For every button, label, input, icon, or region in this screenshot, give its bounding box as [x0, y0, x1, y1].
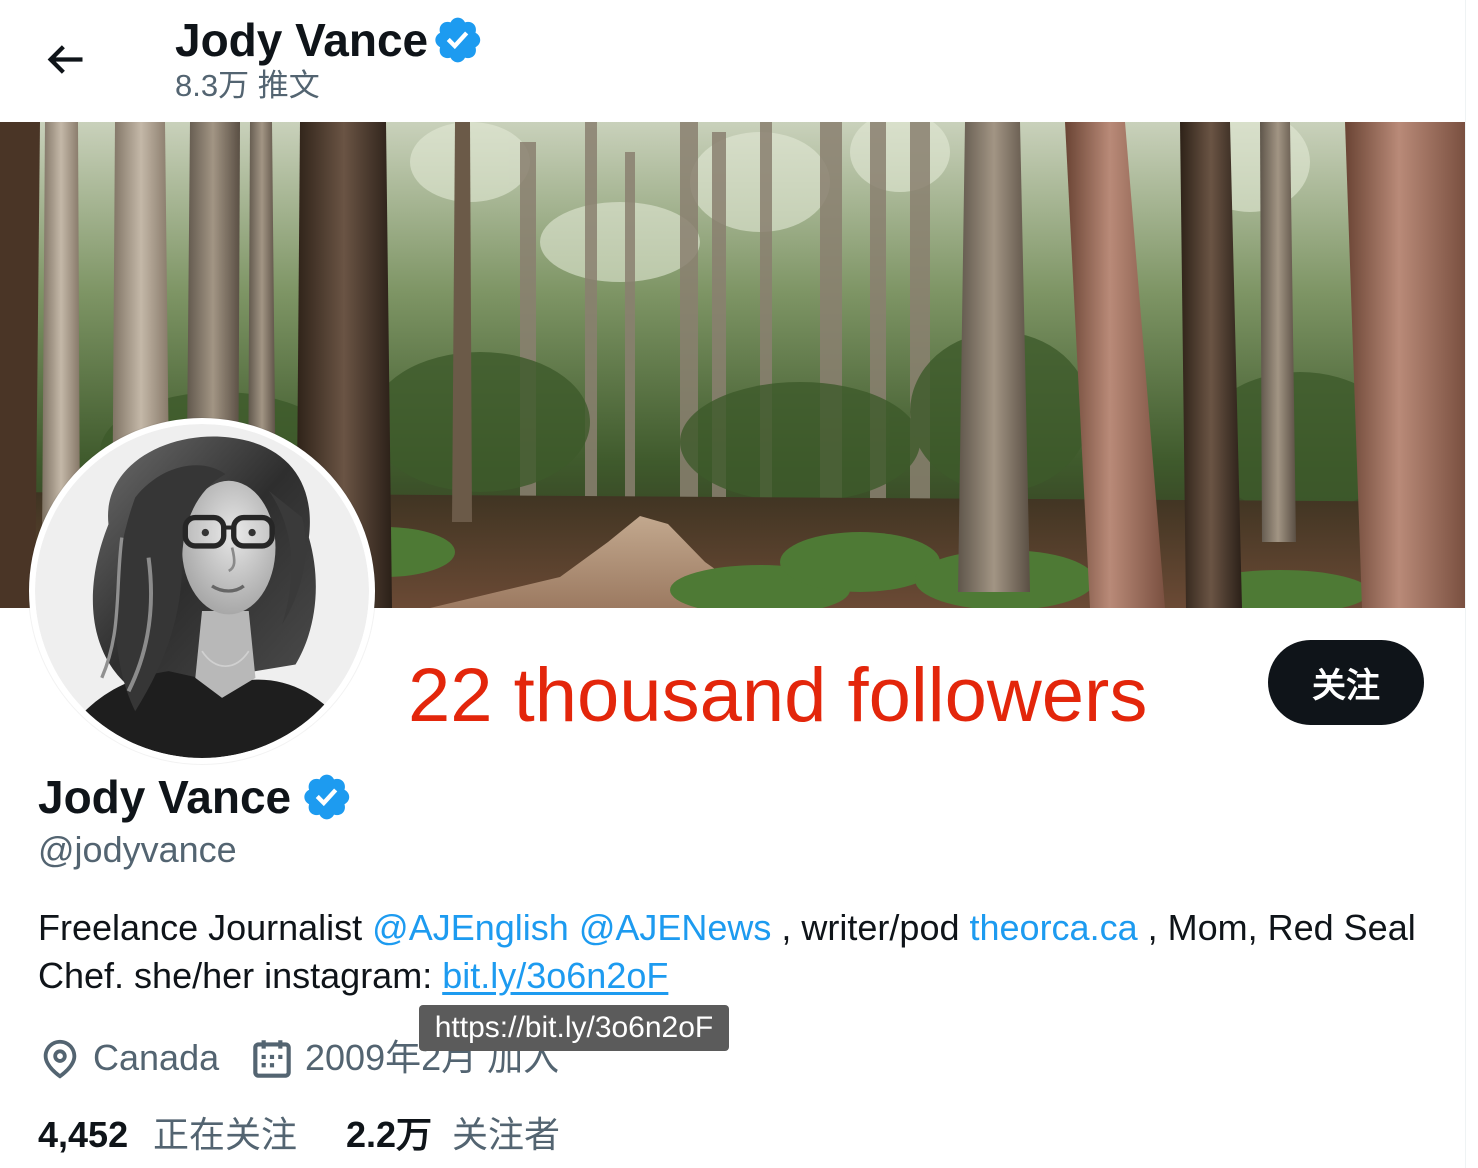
header-title: Jody Vance [175, 14, 484, 66]
verified-badge-icon [432, 14, 484, 66]
back-button[interactable] [29, 23, 101, 95]
mention-link-ajenews[interactable]: @AJENews [579, 907, 772, 948]
followers-label: 关注者 [452, 1114, 561, 1155]
profile-display-name: Jody Vance [38, 771, 292, 823]
bio-text [569, 907, 579, 948]
avatar-photo [35, 424, 369, 758]
followers-stat-link[interactable]: 2.2万 关注者 [346, 1113, 561, 1157]
profile-bio: Freelance Journalist @AJEnglish @AJENews… [38, 904, 1416, 1000]
verified-badge-icon [301, 771, 353, 823]
header-name: Jody Vance [175, 14, 429, 66]
following-label: 正在关注 [153, 1114, 298, 1155]
location-pin-icon [37, 1036, 83, 1082]
bio-text: Freelance Journalist [38, 907, 373, 948]
followers-annotation: 22 thousand followers [408, 653, 1148, 738]
link-tooltip: https://bit.ly/3o6n2oF [419, 1005, 729, 1051]
bio-text: Chef. she/her instagram: [38, 955, 443, 996]
profile-name: Jody Vance [38, 769, 353, 825]
column-divider [1465, 0, 1466, 1168]
arrow-left-icon [47, 44, 82, 74]
mention-link-ajenglish[interactable]: @AJEnglish [372, 907, 569, 948]
following-stat-link[interactable]: 4,452 正在关注 [38, 1113, 298, 1157]
profile-handle: @jodyvance [38, 829, 237, 870]
followers-count: 2.2万 [346, 1114, 433, 1155]
bio-line-1: Freelance Journalist @AJEnglish @AJENews… [38, 904, 1416, 952]
tweet-count: 8.3万 推文 [175, 68, 320, 103]
calendar-icon [247, 1034, 297, 1084]
bio-line-2: Chef. she/her instagram: bit.ly/3o6n2oF [38, 952, 1416, 1000]
follow-button[interactable]: 关注 [1268, 640, 1424, 725]
bio-text: , writer/pod [771, 907, 970, 948]
url-link-theorca[interactable]: theorca.ca [970, 907, 1138, 948]
avatar[interactable] [29, 418, 375, 764]
following-count: 4,452 [38, 1114, 129, 1155]
url-link-instagram[interactable]: bit.ly/3o6n2oF [442, 955, 668, 996]
location-text: Canada [93, 1037, 220, 1078]
profile-header: Jody Vance 8.3万 推文 [0, 0, 1465, 122]
bio-text: , Mom, Red Seal [1137, 907, 1416, 948]
